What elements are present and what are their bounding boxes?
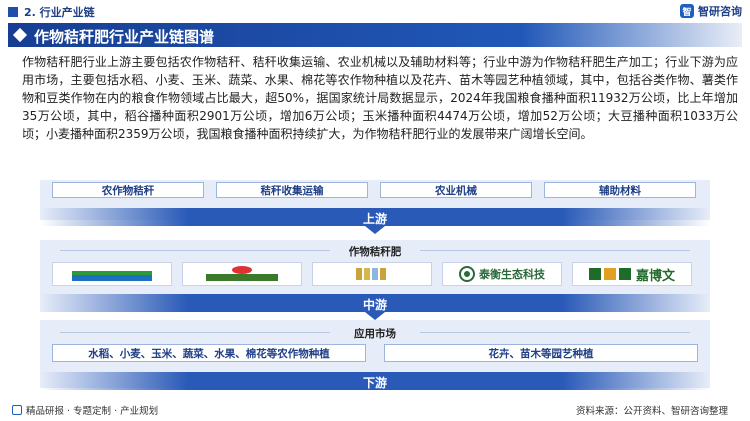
upstream-bar: 上游 bbox=[40, 208, 710, 226]
diamond-icon bbox=[12, 27, 28, 43]
upstream-label: 上游 bbox=[362, 212, 387, 226]
downstream-group-title: 应用市场 bbox=[354, 328, 396, 340]
brand: 智 智研咨询 bbox=[680, 3, 742, 19]
downstream-items: 水稻、小麦、玉米、蔬菜、水果、棉花等农作物种植 花卉、苗木等园艺种植 bbox=[52, 344, 698, 362]
downstream-label: 下游 bbox=[362, 376, 387, 390]
company-name: 嘉博文 bbox=[635, 268, 675, 284]
leaf-logo-icon bbox=[72, 271, 152, 281]
company-logo bbox=[182, 262, 302, 286]
company-logo bbox=[52, 262, 172, 286]
upstream-items: 农作物秸秆 秸秆收集运输 农业机械 辅助材料 bbox=[52, 182, 698, 198]
footer-tagline: 精品研报 · 专题定制 · 产业规划 bbox=[26, 406, 159, 417]
upstream-item: 农业机械 bbox=[380, 182, 532, 198]
description-paragraph: 作物秸秆肥行业上游主要包括农作物秸秆、秸秆收集运输、农业机械以及辅助材料等；行业… bbox=[22, 55, 738, 141]
downstream-bar: 下游 bbox=[40, 372, 710, 390]
midstream-group-title: 作物秸秆肥 bbox=[348, 246, 402, 258]
section-label: 2. 行业产业链 bbox=[24, 6, 95, 19]
downstream-item: 花卉、苗木等园艺种植 bbox=[384, 344, 698, 362]
title-bar: 作物秸秆肥行业产业链图谱 bbox=[8, 23, 742, 47]
brand-name: 智研咨询 bbox=[698, 5, 742, 18]
plant-logo-icon bbox=[206, 266, 278, 281]
upstream-item: 秸秆收集运输 bbox=[216, 182, 368, 198]
midstream-arrow-icon bbox=[365, 312, 385, 320]
footer: 精品研报 · 专题定制 · 产业规划 资料来源：公开资料、智研咨询整理 bbox=[0, 398, 750, 421]
midstream-logos: 泰衡生态科技 嘉博文 bbox=[52, 262, 698, 286]
midstream-bar: 中游 bbox=[40, 294, 710, 312]
upstream-arrow-icon bbox=[365, 226, 385, 234]
bgb-logo-icon bbox=[588, 268, 631, 280]
company-logo: 泰衡生态科技 bbox=[442, 262, 562, 286]
circle-logo-icon bbox=[459, 266, 475, 282]
page-title: 作物秸秆肥行业产业链图谱 bbox=[34, 28, 215, 46]
stripe-logo-icon bbox=[356, 268, 386, 280]
section-square-icon bbox=[8, 7, 18, 17]
data-source: 资料来源：公开资料、智研咨询整理 bbox=[575, 406, 728, 417]
report-icon bbox=[12, 405, 22, 415]
brand-logo-icon: 智 bbox=[680, 4, 694, 18]
midstream-label: 中游 bbox=[362, 298, 387, 312]
footer-left: 精品研报 · 专题定制 · 产业规划 bbox=[12, 403, 158, 417]
company-name: 泰衡生态科技 bbox=[479, 268, 545, 281]
section-tag: 2. 行业产业链 bbox=[8, 4, 95, 20]
top-bar: 2. 行业产业链 智 智研咨询 bbox=[0, 0, 750, 22]
upstream-item: 辅助材料 bbox=[544, 182, 696, 198]
company-logo: 嘉博文 bbox=[572, 262, 692, 286]
company-logo bbox=[312, 262, 432, 286]
downstream-item: 水稻、小麦、玉米、蔬菜、水果、棉花等农作物种植 bbox=[52, 344, 366, 362]
upstream-item: 农作物秸秆 bbox=[52, 182, 204, 198]
